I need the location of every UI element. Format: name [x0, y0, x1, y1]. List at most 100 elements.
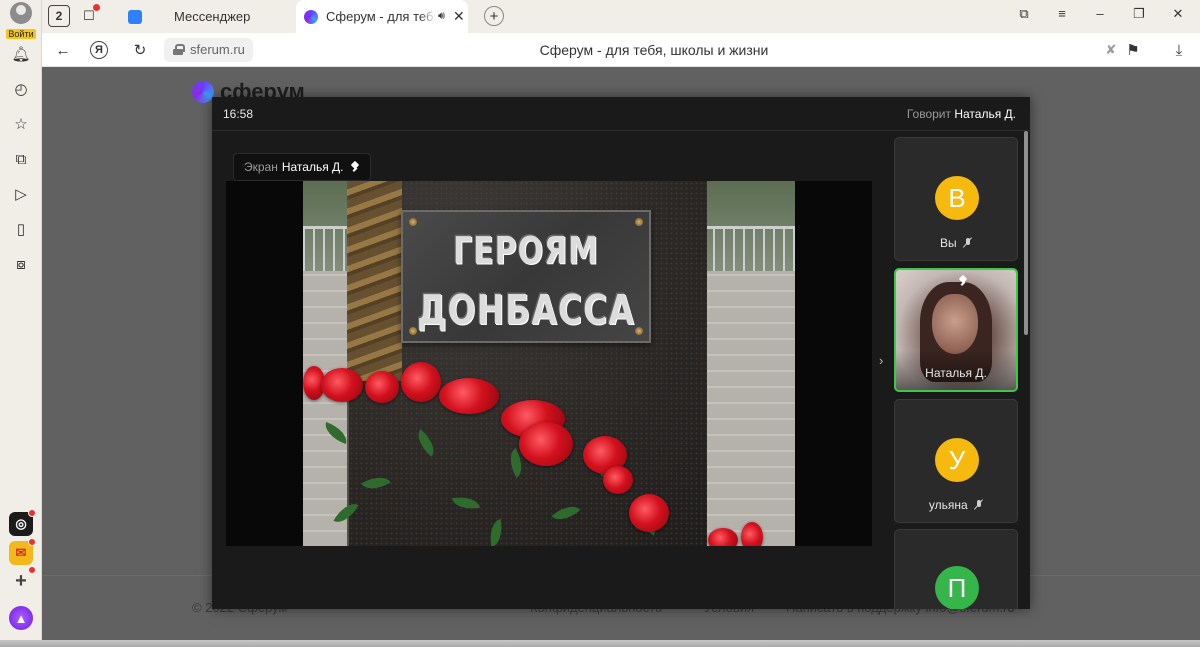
participant-name: ульяна — [928, 498, 968, 512]
video-face — [932, 294, 978, 354]
tab-messenger[interactable]: Мессенджер — [120, 0, 290, 33]
sound-icon[interactable]: 🔊︎ — [438, 10, 445, 23]
alice-icon: ▲ — [14, 610, 28, 626]
yandex-icon[interactable]: Я — [90, 41, 108, 59]
restore-icon[interactable]: ❐ — [1129, 6, 1149, 22]
tab-strip: 2 ☐ Мессенджер Сферум - для тебя, школ 🔊… — [42, 0, 1200, 33]
call-time: 16:58 — [223, 107, 254, 121]
leaf — [451, 493, 481, 513]
screen-share-label[interactable]: Экран Наталья Д. — [233, 153, 371, 181]
close-window-icon[interactable]: ✕ — [1168, 6, 1188, 22]
mail-icon: ✉ — [15, 545, 27, 560]
rose — [603, 466, 633, 494]
notification-dot — [28, 566, 36, 574]
speaking-prefix: Говорит — [906, 107, 951, 121]
browser-sidebar: Войти 🔔︎ ◴ ☆ ⧉ ▷ ▯ ⧇ ◎ ✉ + ▲ — [0, 0, 42, 647]
mic-off-icon — [975, 500, 983, 510]
new-tab-button[interactable]: + — [484, 6, 504, 26]
participant-avatar: В — [935, 176, 979, 220]
participant-tile[interactable]: У ульяна — [894, 399, 1018, 523]
photo-bronze-column — [347, 181, 402, 381]
mic-off-icon[interactable]: ✘ — [1100, 39, 1122, 61]
notes-icon[interactable]: ▯ — [9, 217, 33, 241]
user-avatar-icon — [10, 2, 32, 24]
collections-icon[interactable]: ⧉ — [9, 147, 33, 171]
close-tab-icon[interactable]: ✕ — [453, 8, 465, 25]
play-icon[interactable]: ▷ — [9, 182, 33, 206]
participant-avatar: У — [935, 438, 979, 482]
reload-icon[interactable]: ↻ — [129, 39, 151, 61]
leaf — [551, 499, 581, 527]
download-icon[interactable]: ⤓ — [1168, 39, 1190, 61]
add-app[interactable]: + — [9, 566, 36, 593]
memorial-plaque: ГЕРОЯМ ДОНБАССА — [401, 210, 651, 343]
address-bar: ← Я ↻ sferum.ru Сферум - для тебя, школы… — [42, 33, 1200, 67]
photo-roses — [303, 362, 795, 546]
notification-dot — [93, 4, 100, 11]
mail-app[interactable]: ✉ — [9, 538, 36, 565]
collections-button[interactable]: ⧉ — [1014, 6, 1034, 22]
rose — [321, 368, 363, 402]
screen-prefix: Экран — [244, 160, 278, 174]
leaf — [361, 470, 391, 496]
tab-manager-button[interactable]: ☐ — [78, 4, 100, 27]
rose — [439, 378, 499, 414]
participant-avatar: П — [935, 566, 979, 609]
screen-owner: Наталья Д. — [281, 160, 344, 174]
notification-dot — [28, 538, 36, 546]
tab-sferum[interactable]: Сферум - для тебя, школ 🔊︎ ✕ — [296, 0, 468, 33]
rose — [365, 371, 399, 403]
rose — [401, 362, 441, 402]
call-header: 16:58 Говорит Наталья Д. — [212, 97, 1030, 131]
pin-icon[interactable] — [350, 162, 360, 172]
rose — [519, 422, 573, 466]
participant-tile-active[interactable]: Наталья Д. — [894, 268, 1018, 392]
participant-name: Наталья Д. — [925, 366, 987, 380]
alice-app[interactable]: ▲ — [9, 606, 33, 630]
shared-screen-image: ГЕРОЯМ ДОНБАССА — [303, 181, 795, 546]
participants-scrollbar[interactable] — [1024, 131, 1028, 335]
lock-icon — [173, 44, 185, 55]
leaf — [321, 421, 351, 445]
participant-name-row: Наталья Д. — [896, 366, 1016, 380]
plus-icon: + — [15, 569, 27, 592]
plaque-bolt — [409, 218, 417, 226]
participant-tile[interactable]: П — [894, 529, 1018, 609]
screenshot-icon[interactable]: ⧇ — [9, 252, 33, 276]
speaking-indicator: Говорит Наталья Д. — [907, 107, 1016, 121]
video-call-window: 16:58 Говорит Наталья Д. Экран Наталья Д… — [212, 97, 1030, 609]
minimize-icon[interactable]: – — [1090, 6, 1110, 21]
rose — [741, 522, 763, 546]
history-icon[interactable]: ◴ — [9, 77, 33, 101]
tab-count: 2 — [55, 9, 63, 23]
page-title: Сферум - для тебя, школы и жизни — [539, 42, 769, 58]
os-taskbar — [0, 640, 1200, 647]
plus-icon: + — [489, 7, 499, 25]
sferum-logo-icon — [192, 81, 214, 103]
participants-panel: В Вы Наталья Д. У ульяна П — [894, 137, 1020, 609]
notification-dot — [28, 509, 36, 517]
leaf — [411, 429, 441, 457]
chevron-right-icon[interactable]: › — [879, 353, 883, 368]
menu-icon[interactable]: ≡ — [1052, 6, 1072, 21]
bookmarks-icon[interactable]: ☆ — [9, 112, 33, 136]
pin-icon[interactable] — [958, 276, 968, 286]
bookmark-icon[interactable]: ⚑ — [1122, 39, 1144, 61]
leaf — [333, 498, 359, 528]
login-button[interactable]: Войти — [3, 2, 39, 42]
plaque-bolt — [635, 218, 643, 226]
camera-app[interactable]: ◎ — [9, 509, 36, 536]
url-text: sferum.ru — [190, 42, 245, 57]
rose — [629, 494, 669, 532]
tab-counter-button[interactable]: 2 — [48, 5, 70, 27]
back-icon[interactable]: ← — [52, 39, 74, 61]
tab-title: Сферум - для тебя, школ — [326, 9, 436, 24]
mic-off-icon — [964, 238, 972, 248]
bell-icon[interactable]: 🔔︎ — [9, 42, 33, 66]
new-window-icon: ☐ — [83, 8, 95, 23]
leaf — [486, 518, 506, 546]
rose — [708, 528, 738, 546]
url-field[interactable]: sferum.ru — [164, 38, 253, 62]
camera-icon: ◎ — [15, 516, 27, 531]
participant-tile[interactable]: В Вы — [894, 137, 1018, 261]
